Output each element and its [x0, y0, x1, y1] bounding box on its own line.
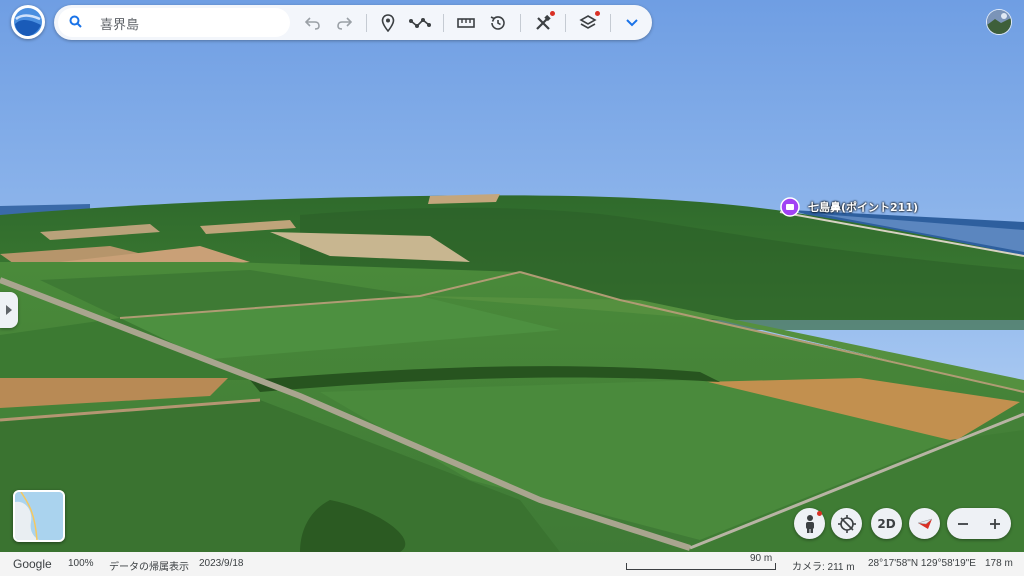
- compass-icon[interactable]: [831, 508, 862, 539]
- pegman-icon[interactable]: [794, 508, 825, 539]
- toolbar-divider: [565, 14, 566, 32]
- google-earth-logo-icon[interactable]: [11, 5, 45, 39]
- zoom-level[interactable]: 100%: [68, 558, 94, 569]
- search-box[interactable]: [58, 8, 290, 37]
- place-label[interactable]: 七島鼻(ポイント211): [808, 199, 918, 215]
- scale-bar[interactable]: [626, 563, 776, 570]
- zoom-control: [947, 508, 1011, 539]
- add-placemark-icon[interactable]: [376, 11, 400, 35]
- scale-label: 90 m: [750, 553, 773, 564]
- imagery-date: 2023/9/18: [199, 558, 244, 569]
- elevation: 178 m: [985, 558, 1013, 569]
- terrain-scene: [0, 0, 1024, 552]
- minus-icon[interactable]: [957, 518, 969, 530]
- toolbar-divider: [366, 14, 367, 32]
- top-toolbar: [54, 5, 652, 40]
- minimap-thumbnail[interactable]: [13, 490, 65, 542]
- status-bar: Google 100% データの帰属表示 2023/9/18 90 m カメラ:…: [0, 552, 1024, 576]
- data-attribution-link[interactable]: データの帰属表示: [109, 558, 189, 573]
- ruler-icon[interactable]: [454, 11, 478, 35]
- search-icon[interactable]: [68, 14, 84, 30]
- chevron-down-icon[interactable]: [620, 11, 644, 35]
- undo-icon[interactable]: [301, 11, 325, 35]
- tools-icon[interactable]: [531, 11, 555, 35]
- toolbar-divider: [520, 14, 521, 32]
- side-panel-toggle[interactable]: [0, 292, 18, 328]
- search-input[interactable]: [98, 12, 287, 34]
- redo-icon[interactable]: [332, 11, 356, 35]
- notification-dot: [550, 11, 555, 16]
- toolbar-divider: [443, 14, 444, 32]
- toolbar-divider: [610, 14, 611, 32]
- map-view[interactable]: [0, 0, 1024, 552]
- north-indicator-icon[interactable]: [909, 508, 940, 539]
- plus-icon[interactable]: [989, 518, 1001, 530]
- 2d-toggle-button[interactable]: 2D: [871, 508, 902, 539]
- place-pin-icon[interactable]: [780, 197, 800, 217]
- historical-imagery-icon[interactable]: [486, 11, 510, 35]
- avatar[interactable]: [987, 10, 1011, 34]
- notification-dot: [595, 11, 600, 16]
- draw-path-icon[interactable]: [408, 11, 432, 35]
- google-brand: Google: [13, 557, 52, 571]
- camera-altitude: カメラ: 211 m: [792, 562, 855, 573]
- layers-icon[interactable]: [576, 11, 600, 35]
- coordinates[interactable]: 28°17'58"N 129°58'19"E: [868, 558, 976, 569]
- chevron-right-icon: [6, 305, 12, 315]
- notification-dot: [817, 511, 822, 516]
